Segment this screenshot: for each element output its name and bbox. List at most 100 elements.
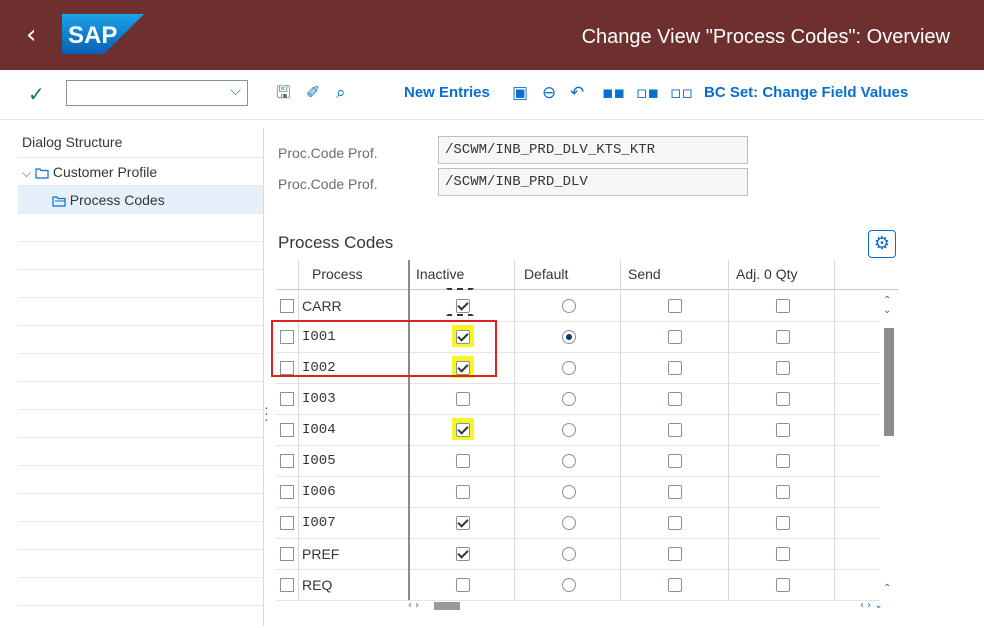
adj-0-qty-checkbox[interactable] <box>776 547 790 561</box>
default-radio[interactable] <box>562 392 576 406</box>
default-radio[interactable] <box>562 330 576 344</box>
tree-empty-row <box>18 326 263 354</box>
chevron-down-icon[interactable]: ⌵ <box>22 166 31 180</box>
row-select-checkbox[interactable] <box>280 547 294 561</box>
table-row[interactable]: CARR <box>276 290 880 322</box>
row-select-checkbox[interactable] <box>280 578 294 592</box>
proc-code-prof-field[interactable]: /SCWM/INB_PRD_DLV <box>438 168 748 196</box>
inactive-checkbox[interactable] <box>456 516 470 530</box>
select-block-icon[interactable]: ▫▪ <box>636 82 659 104</box>
table-row[interactable]: REQ <box>276 569 880 601</box>
default-radio[interactable] <box>562 361 576 375</box>
select-all-icon[interactable]: ▪▪ <box>602 82 625 104</box>
send-checkbox[interactable] <box>668 454 682 468</box>
open-folder-icon <box>52 196 66 207</box>
annotation-box <box>271 320 497 377</box>
column-divider <box>620 260 621 600</box>
send-checkbox[interactable] <box>668 330 682 344</box>
tree-node-label: Customer Profile <box>52 164 158 180</box>
new-entries-button[interactable]: New Entries <box>404 83 490 103</box>
tree-empty-row <box>18 578 263 606</box>
back-icon[interactable]: ‹ <box>26 20 36 50</box>
save-icon[interactable]: 🖫 <box>276 82 290 104</box>
column-header-process[interactable]: Process <box>312 260 363 290</box>
enter-check-icon[interactable]: ✓ <box>28 82 45 106</box>
vertical-scrollbar[interactable]: ⌃ ⌄ ⌃ <box>880 290 898 600</box>
scroll-nav-icon[interactable]: ‹ › ⌄ <box>860 600 883 611</box>
adj-0-qty-checkbox[interactable] <box>776 299 790 313</box>
column-header-send[interactable]: Send <box>628 260 661 290</box>
horizontal-scrollbar[interactable]: ‹ › <box>408 600 468 612</box>
adj-0-qty-checkbox[interactable] <box>776 516 790 530</box>
undo-icon[interactable]: ↶ <box>570 82 584 104</box>
table-row[interactable]: I005 <box>276 445 880 477</box>
send-checkbox[interactable] <box>668 547 682 561</box>
send-checkbox[interactable] <box>668 392 682 406</box>
inactive-checkbox[interactable] <box>456 578 470 592</box>
table-row[interactable]: PREF <box>276 538 880 570</box>
bc-set-button[interactable]: BC Set: Change Field Values <box>704 83 908 103</box>
send-checkbox[interactable] <box>668 423 682 437</box>
default-radio[interactable] <box>562 423 576 437</box>
tree-node-customer-profile[interactable]: ⌵ Customer Profile <box>18 158 263 186</box>
sap-logo: SAP <box>62 14 144 54</box>
tree-empty-row <box>18 270 263 298</box>
row-select-checkbox[interactable] <box>280 454 294 468</box>
send-checkbox[interactable] <box>668 516 682 530</box>
column-header-inactive[interactable]: Inactive <box>416 260 464 290</box>
adj-0-qty-checkbox[interactable] <box>776 578 790 592</box>
adj-0-qty-checkbox[interactable] <box>776 485 790 499</box>
find-icon[interactable]: ⌕ <box>336 82 346 104</box>
table-row[interactable]: I003 <box>276 383 880 415</box>
adj-0-qty-checkbox[interactable] <box>776 392 790 406</box>
adj-0-qty-checkbox[interactable] <box>776 454 790 468</box>
row-select-checkbox[interactable] <box>280 485 294 499</box>
adj-0-qty-checkbox[interactable] <box>776 361 790 375</box>
row-select-checkbox[interactable] <box>280 516 294 530</box>
command-field[interactable]: ⌵ <box>66 80 248 106</box>
delete-icon[interactable]: ⊖ <box>542 82 556 104</box>
table-row[interactable]: I007 <box>276 507 880 539</box>
scroll-up-icon[interactable]: ⌃ <box>883 584 891 594</box>
send-checkbox[interactable] <box>668 485 682 499</box>
tree-node-process-codes[interactable]: Process Codes <box>18 186 263 214</box>
scroll-left-right-icon[interactable]: ‹ › <box>408 600 419 611</box>
copy-as-icon[interactable]: ▣ <box>512 82 528 104</box>
default-radio[interactable] <box>562 485 576 499</box>
inactive-checkbox[interactable] <box>456 547 470 561</box>
deselect-all-icon[interactable]: ▫▫ <box>670 82 693 104</box>
send-checkbox[interactable] <box>668 361 682 375</box>
default-radio[interactable] <box>562 516 576 530</box>
default-radio[interactable] <box>562 454 576 468</box>
chevron-down-icon[interactable]: ⌵ <box>230 83 241 99</box>
inactive-checkbox[interactable] <box>456 485 470 499</box>
column-header-default[interactable]: Default <box>524 260 568 290</box>
panel-splitter[interactable]: · · · <box>264 400 269 426</box>
inactive-checkbox[interactable] <box>456 423 470 437</box>
scroll-thumb[interactable] <box>884 328 894 436</box>
tree-node-label: Process Codes <box>69 192 165 208</box>
row-select-checkbox[interactable] <box>280 392 294 406</box>
default-radio[interactable] <box>562 547 576 561</box>
send-checkbox[interactable] <box>668 578 682 592</box>
scroll-down-icon[interactable]: ⌄ <box>883 306 891 316</box>
process-codes-table: Process Inactive Default Send Adj. 0 Qty… <box>276 260 898 614</box>
scroll-thumb[interactable] <box>434 602 460 610</box>
row-select-checkbox[interactable] <box>280 299 294 313</box>
process-code-cell: PREF <box>302 546 340 562</box>
inactive-checkbox[interactable] <box>456 392 470 406</box>
column-divider <box>514 260 515 600</box>
table-settings-icon[interactable]: ⚙ <box>868 230 896 258</box>
proc-code-prof-field[interactable]: /SCWM/INB_PRD_DLV_KTS_KTR <box>438 136 748 164</box>
adj-0-qty-checkbox[interactable] <box>776 423 790 437</box>
default-radio[interactable] <box>562 299 576 313</box>
table-row[interactable]: I006 <box>276 476 880 508</box>
column-header-adj-0-qty[interactable]: Adj. 0 Qty <box>736 260 797 290</box>
adj-0-qty-checkbox[interactable] <box>776 330 790 344</box>
row-select-checkbox[interactable] <box>280 423 294 437</box>
send-checkbox[interactable] <box>668 299 682 313</box>
inactive-checkbox[interactable] <box>456 454 470 468</box>
default-radio[interactable] <box>562 578 576 592</box>
table-row[interactable]: I004 <box>276 414 880 446</box>
display-change-icon[interactable]: ✐ <box>306 82 320 104</box>
